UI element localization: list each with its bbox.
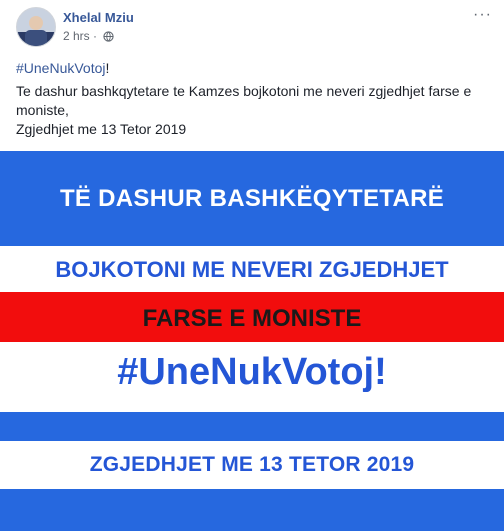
post-text: Te dashur bashkqytetare te Kamzes bojkot… xyxy=(16,82,486,139)
post-text-line: Zgjedhjet me 13 Tetor 2019 xyxy=(16,121,187,137)
poster-band-blue xyxy=(0,489,504,531)
post-time[interactable]: 2 hrs xyxy=(63,29,90,43)
avatar-image xyxy=(17,8,55,46)
globe-icon[interactable] xyxy=(103,31,115,45)
post-hashtag-line: #UneNukVotoj! xyxy=(16,60,109,76)
post-image[interactable]: TË DASHUR BASHKËQYTETARË BOJKOTONI ME NE… xyxy=(0,151,504,531)
avatar[interactable] xyxy=(16,7,56,47)
poster-date-text: ZGJEDHJET ME 13 TETOR 2019 xyxy=(89,453,415,476)
post-meta: 2 hrs · xyxy=(63,29,115,45)
poster-farse-text: FARSE E MONISTE xyxy=(142,305,362,332)
poster-heading: TË DASHUR BASHKËQYTETARË xyxy=(59,185,445,212)
post-header: Xhelal Mziu 2 hrs · ··· xyxy=(0,0,504,50)
hashtag-suffix: ! xyxy=(105,60,110,76)
poster-hashtag: #UneNukVotoj! xyxy=(117,351,387,393)
more-options-icon[interactable]: ··· xyxy=(473,6,492,24)
poster-boycott-text: BOJKOTONI ME NEVERI ZGJEDHJET xyxy=(55,257,449,282)
meta-separator: · xyxy=(93,29,98,43)
hashtag-link[interactable]: #UneNukVotoj xyxy=(16,60,106,76)
author-name[interactable]: Xhelal Mziu xyxy=(63,10,134,25)
poster-band-blue xyxy=(0,412,504,441)
post-text-line: Te dashur bashkqytetare te Kamzes bojkot… xyxy=(16,83,472,118)
